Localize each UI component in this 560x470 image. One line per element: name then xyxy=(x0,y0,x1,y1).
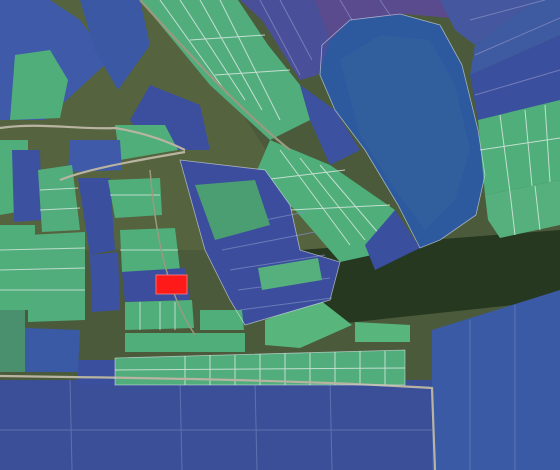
parcel-field[interactable] xyxy=(90,252,120,312)
parcel-field[interactable] xyxy=(78,360,115,385)
parcel-field[interactable] xyxy=(0,380,432,470)
selected-parcel[interactable] xyxy=(155,274,188,295)
map-view[interactable] xyxy=(0,0,560,470)
parcel-field[interactable] xyxy=(355,322,410,342)
map-canvas[interactable] xyxy=(0,0,560,470)
parcel-field[interactable] xyxy=(12,150,42,222)
parcel-field[interactable] xyxy=(0,300,25,372)
parcel-field[interactable] xyxy=(68,140,122,172)
parcel-field[interactable] xyxy=(25,328,80,372)
east-fields xyxy=(478,100,560,238)
parcel-field[interactable] xyxy=(28,232,85,322)
parcel-field[interactable] xyxy=(125,333,245,352)
